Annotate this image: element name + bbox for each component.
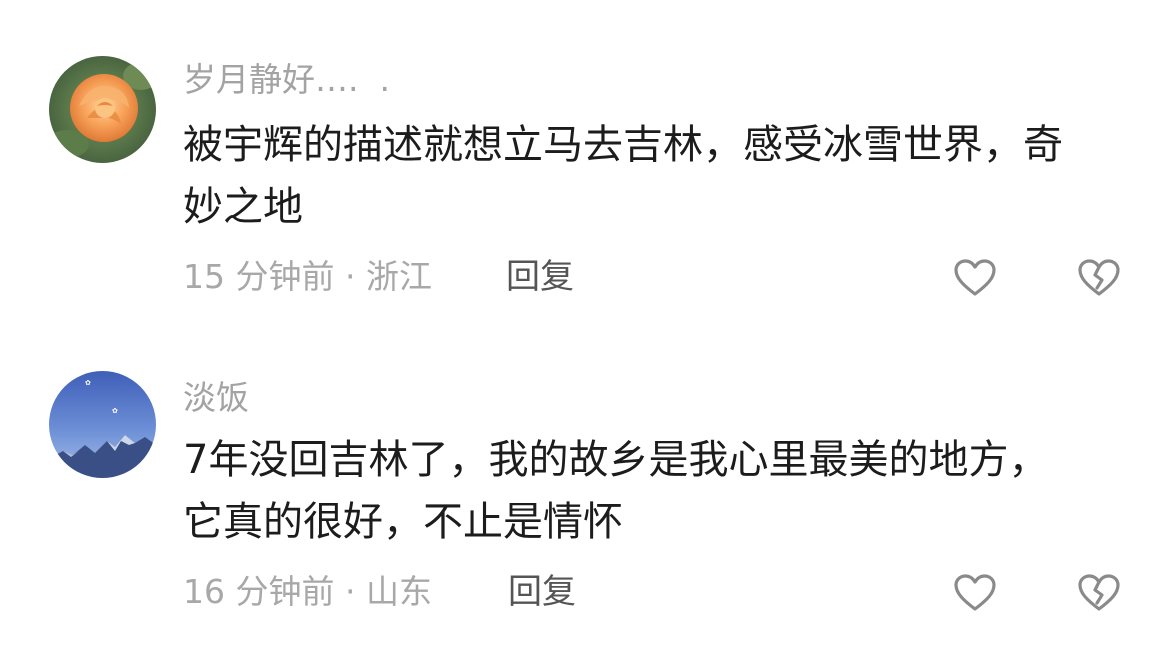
svg-text:✿: ✿	[85, 379, 91, 387]
username[interactable]: 淡饭	[183, 378, 249, 418]
comment-location: 山东	[365, 572, 432, 611]
broken-heart-icon	[1078, 574, 1120, 611]
dislike-button[interactable]	[1077, 573, 1121, 613]
comment-meta: 15 分钟前 · 浙江	[183, 257, 432, 297]
sky-mountain-avatar-icon: ✿ ✿	[49, 371, 156, 478]
username[interactable]: 岁月静好…. .	[183, 60, 390, 100]
comment-time: 16 分钟前	[183, 572, 335, 611]
comment-item: 岁月静好…. . 被宇辉的描述就想立马去吉林，感受冰雪世界，奇妙之地 15 分钟…	[0, 0, 1170, 325]
comment-text: 被宇辉的描述就想立马去吉林，感受冰雪世界，奇妙之地	[183, 122, 1063, 230]
meta-separator: ·	[344, 572, 356, 611]
comment-meta: 16 分钟前 · 山东	[183, 572, 432, 612]
like-button[interactable]	[953, 258, 997, 298]
comment-text: 7年没回吉林了，我的故乡是我心里最美的地方，它真的很好，不止是情怀	[183, 437, 1049, 545]
comment-item: ✿ ✿ 淡饭 7年没回吉林了，我的故乡是我心里最美的地方，它真的很好，不止是情怀…	[0, 325, 1170, 653]
reply-button[interactable]: 回复	[508, 572, 576, 612]
meta-separator: ·	[344, 257, 356, 296]
comment-location: 浙江	[365, 257, 432, 296]
comment-time: 15 分钟前	[183, 257, 335, 296]
user-avatar[interactable]: ✿ ✿	[49, 371, 156, 478]
broken-heart-icon	[1078, 259, 1120, 296]
reply-button[interactable]: 回复	[506, 257, 574, 297]
heart-outline-icon	[954, 259, 996, 296]
heart-outline-icon	[954, 574, 996, 611]
svg-text:✿: ✿	[112, 407, 118, 415]
user-avatar[interactable]	[49, 56, 156, 163]
dislike-button[interactable]	[1077, 258, 1121, 298]
like-button[interactable]	[953, 573, 997, 613]
orange-rose-avatar-icon	[49, 56, 156, 163]
